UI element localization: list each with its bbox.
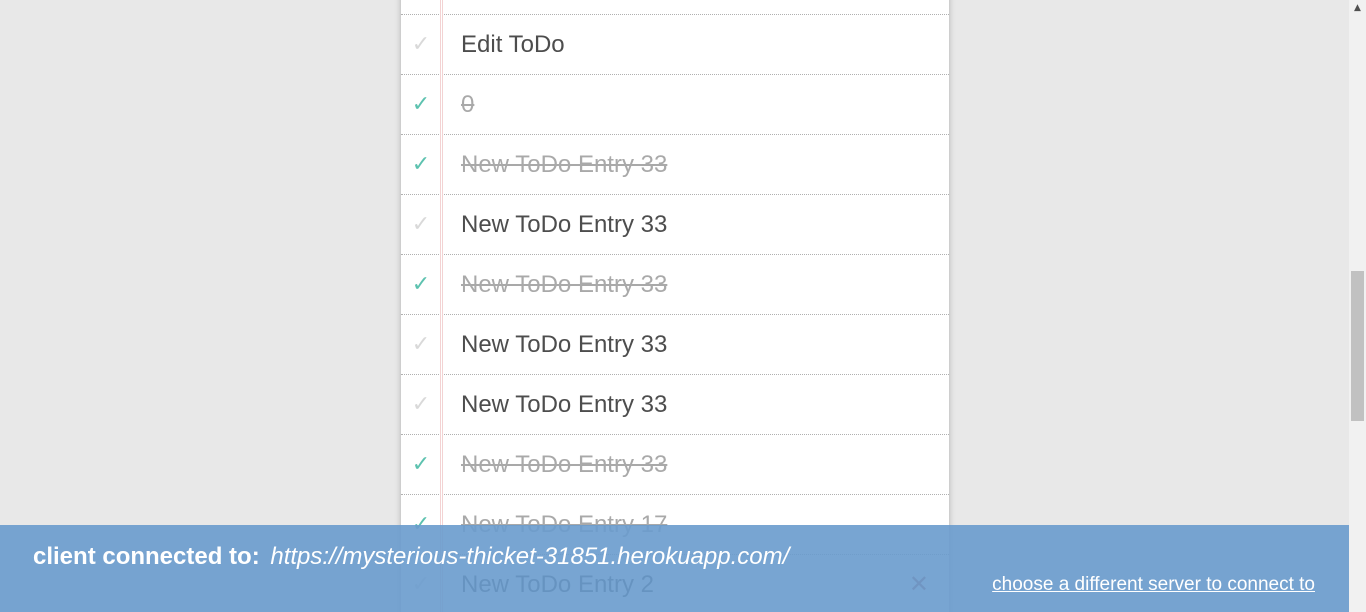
todo-title[interactable]: New ToDo Entry 33 (461, 195, 667, 254)
check-icon[interactable]: ✓ (401, 375, 441, 434)
scrollbar-thumb[interactable] (1351, 271, 1364, 421)
check-icon[interactable]: ✓ (401, 435, 441, 494)
todo-item[interactable]: ✓New ToDo Entry 33✕ (401, 315, 949, 375)
todo-item[interactable]: ✓New ToDo Entry 33✕ (401, 435, 949, 495)
todo-title[interactable]: New ToDo Entry 33 (461, 375, 667, 434)
todo-item[interactable]: ✓0✕ (401, 75, 949, 135)
page-viewport: ✓✕✓Edit ToDo✕✓0✕✓New ToDo Entry 33✕✓New … (0, 0, 1349, 612)
todo-item[interactable]: ✓New ToDo Entry 33✕ (401, 195, 949, 255)
todo-list: ✓✕✓Edit ToDo✕✓0✕✓New ToDo Entry 33✕✓New … (401, 0, 949, 612)
scroll-up-arrow-icon[interactable]: ▲ (1349, 0, 1366, 17)
todo-title[interactable]: 0 (461, 75, 474, 134)
check-icon[interactable]: ✓ (401, 255, 441, 314)
todo-title[interactable]: New ToDo Entry 33 (461, 315, 667, 374)
check-icon[interactable]: ✓ (401, 315, 441, 374)
todo-item[interactable]: ✓Edit ToDo✕ (401, 15, 949, 75)
todo-title[interactable]: Edit ToDo (461, 15, 565, 74)
connection-footer: client connected to: https://mysterious-… (0, 525, 1349, 612)
todo-item[interactable]: ✓✕ (401, 0, 949, 15)
check-icon[interactable]: ✓ (401, 195, 441, 254)
todo-item[interactable]: ✓New ToDo Entry 33✕ (401, 375, 949, 435)
check-icon[interactable]: ✓ (401, 0, 441, 14)
server-url: https://mysterious-thicket-31851.herokua… (270, 543, 790, 570)
todo-item[interactable]: ✓New ToDo Entry 33✕ (401, 135, 949, 195)
connection-status: client connected to: https://mysterious-… (33, 543, 789, 571)
todo-title[interactable]: New ToDo Entry 33 (461, 255, 667, 314)
todo-title[interactable]: New ToDo Entry 33 (461, 435, 667, 494)
todo-item[interactable]: ✓New ToDo Entry 33✕ (401, 255, 949, 315)
choose-server-link[interactable]: choose a different server to connect to (992, 574, 1315, 596)
vertical-scrollbar[interactable]: ▲ (1349, 0, 1366, 612)
check-icon[interactable]: ✓ (401, 135, 441, 194)
todo-title[interactable]: New ToDo Entry 33 (461, 135, 667, 194)
check-icon[interactable]: ✓ (401, 15, 441, 74)
check-icon[interactable]: ✓ (401, 75, 441, 134)
connection-label: client connected to: (33, 543, 260, 570)
